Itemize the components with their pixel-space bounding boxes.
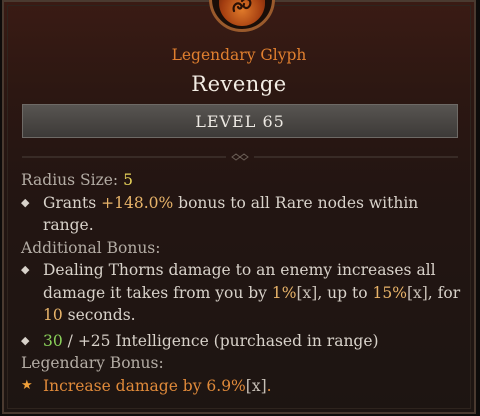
diamond-bullet-icon: ◆ <box>21 263 30 276</box>
grant-value: +148.0% <box>101 193 174 212</box>
additional-bonus-row: ◆ Dealing Thorns damage to an enemy incr… <box>21 259 461 327</box>
stat-rest: +25 Intelligence (purchased in range) <box>77 331 379 350</box>
item-rarity-label: Legendary Glyph <box>171 46 307 64</box>
stat-current: 30 <box>43 331 63 350</box>
radius-value: 5 <box>123 171 133 189</box>
additional-mid2: , for <box>427 283 461 302</box>
additional-bonus-label: Additional Bonus: <box>21 238 161 257</box>
legendary-x: [x] <box>245 376 267 395</box>
radius-label: Radius Size: <box>21 171 119 189</box>
item-title: Revenge <box>191 72 287 96</box>
additional-x2: [x] <box>406 283 428 302</box>
additional-mid: , up to <box>317 283 373 302</box>
diamond-bullet-icon: ◆ <box>21 333 30 347</box>
legendary-end: . <box>266 376 272 395</box>
stat-row: ◆ 30 / +25 Intelligence (purchased in ra… <box>21 330 461 353</box>
tooltip-body: Radius Size: 5 ◆ Grants +148.0% bonus to… <box>21 169 461 397</box>
level-label: LEVEL 65 <box>195 111 285 131</box>
additional-end: seconds. <box>62 306 136 324</box>
level-bar: LEVEL 65 <box>22 104 458 138</box>
additional-x1: [x] <box>296 283 318 302</box>
stat-sep: / <box>62 331 78 350</box>
grant-row: ◆ Grants +148.0% bonus to all Rare nodes… <box>21 192 461 237</box>
glyph-emblem-icon <box>209 0 275 32</box>
grant-pre: Grants <box>43 193 102 212</box>
additional-seconds: 10 <box>43 306 63 324</box>
radius-row: Radius Size: 5 <box>21 169 461 192</box>
star-bullet-icon: ★ <box>21 377 33 393</box>
legendary-bonus-label: Legendary Bonus: <box>21 354 164 372</box>
section-divider <box>22 153 458 161</box>
legendary-value: 6.9% <box>206 376 246 395</box>
legendary-bonus-row: ★ Increase damage by 6.9%[x]. <box>21 375 461 398</box>
glyph-tooltip: Legendary Glyph Revenge LEVEL 65 Radius … <box>2 0 476 414</box>
additional-pct1: 1% <box>271 283 297 302</box>
additional-pct2: 15% <box>372 283 407 302</box>
legendary-text: Increase damage by <box>43 376 207 395</box>
diamond-bullet-icon: ◆ <box>21 195 30 209</box>
